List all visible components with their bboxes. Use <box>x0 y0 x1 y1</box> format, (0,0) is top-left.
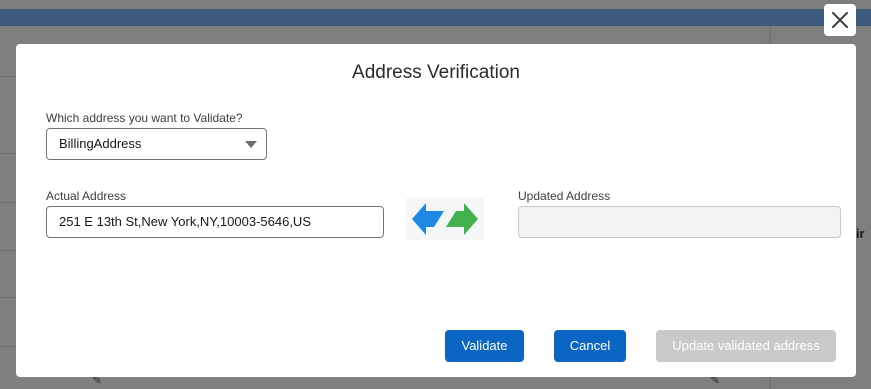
actual-address-input[interactable]: 251 E 13th St,New York,NY,10003-5646,US <box>46 206 384 238</box>
background-header <box>0 0 871 26</box>
updated-address-input <box>518 206 841 238</box>
background-top-strip <box>0 0 871 9</box>
update-validated-address-button: Update validated address <box>656 330 836 362</box>
validate-button[interactable]: Validate <box>445 330 524 362</box>
background-divider <box>0 202 16 203</box>
modal-title: Address Verification <box>352 62 520 83</box>
close-button[interactable] <box>824 4 856 36</box>
background-divider <box>0 297 16 298</box>
background-divider <box>0 346 16 347</box>
address-verification-modal: Address Verification Which address you w… <box>16 44 856 377</box>
background-divider <box>0 153 16 154</box>
cancel-button[interactable]: Cancel <box>554 330 626 362</box>
close-icon <box>832 12 848 28</box>
address-type-select[interactable]: BillingAddress <box>46 128 267 160</box>
address-type-select-value: BillingAddress <box>59 136 142 151</box>
background-divider <box>0 250 16 251</box>
arrow-left-shape <box>412 203 444 235</box>
background-divider <box>0 76 16 77</box>
address-select-label: Which address you want to Validate? <box>46 111 243 125</box>
actual-address-value: 251 E 13th St,New York,NY,10003-5646,US <box>59 214 311 229</box>
arrow-right-shape <box>446 203 478 235</box>
chevron-down-icon <box>245 141 257 148</box>
updated-address-label: Updated Address <box>518 189 611 203</box>
actual-address-label: Actual Address <box>46 189 127 203</box>
swap-arrows-icon <box>406 198 484 240</box>
